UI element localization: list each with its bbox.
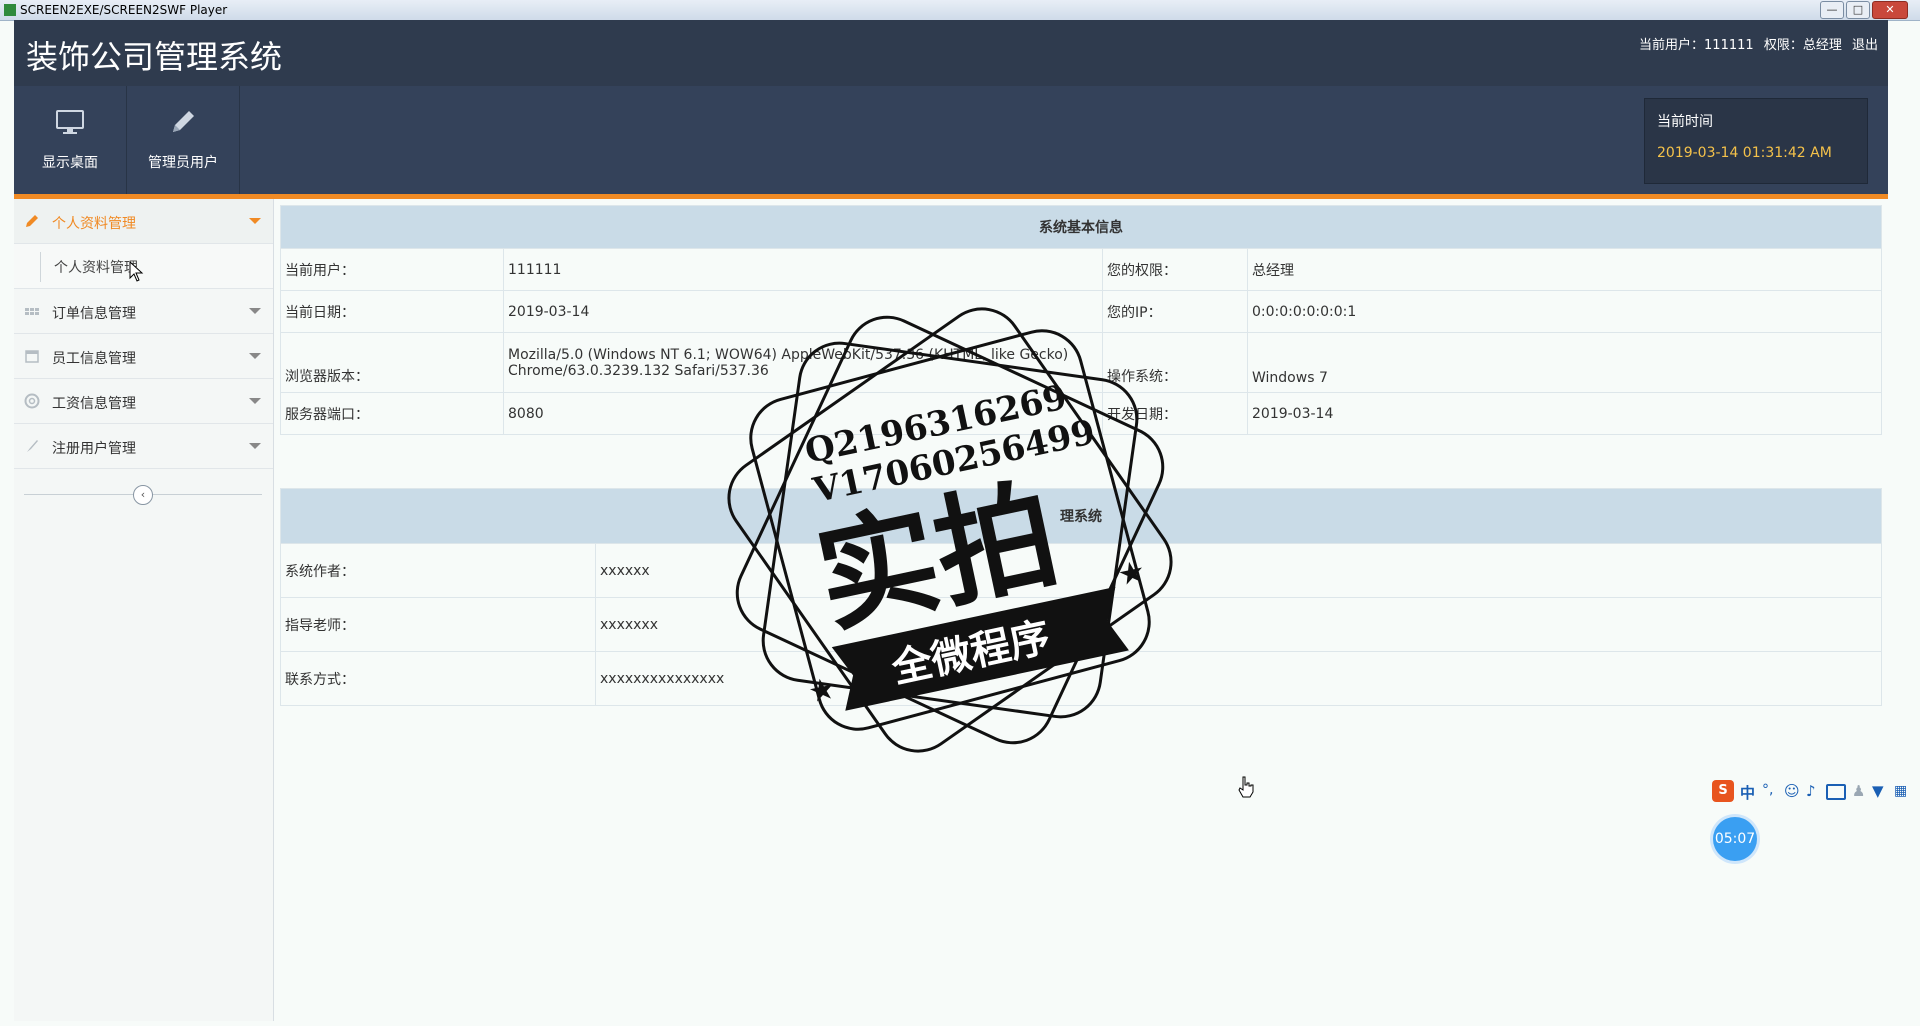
ime-logo-icon[interactable]: S [1712, 780, 1734, 802]
info-key: 服务器端口： [280, 392, 504, 435]
current-user-value: 111111 [1704, 38, 1754, 53]
info-value: 8080 [503, 392, 1103, 435]
info-value: xxxxxx [595, 543, 1882, 598]
info-key: 联系方式： [280, 651, 596, 706]
info-key: 操作系统： [1102, 332, 1248, 393]
sidebar-item-employees[interactable]: 员工信息管理 [14, 334, 273, 379]
browser-version-line2: Chrome/63.0.3239.132 Safari/537.36 [508, 362, 769, 379]
player-title-bar: SCREEN2EXE/SCREEN2SWF Player — □ ✕ [0, 0, 1920, 21]
info-key: 系统作者： [280, 543, 596, 598]
sidebar-item-label: 订单信息管理 [52, 306, 136, 322]
info-value: Windows 7 [1247, 332, 1882, 393]
sidebar-item-orders[interactable]: 订单信息管理 [14, 289, 273, 334]
brush-icon [27, 440, 38, 452]
maximize-button[interactable]: □ [1846, 1, 1870, 19]
system-dev-table: 理系统 系统作者： xxxxxx 指导老师： xxxxxxx 联系方式： xxx… [280, 488, 1882, 706]
user-info: 当前用户：111111 权限：总经理 退出 [1633, 34, 1878, 53]
microphone-icon[interactable]: ♪ [1806, 782, 1816, 800]
logout-link[interactable]: 退出 [1852, 38, 1878, 53]
chevron-left-icon[interactable]: ‹ [133, 485, 153, 505]
grid-menu-icon[interactable]: ▦ [1894, 783, 1907, 799]
sidebar-item-label: 员工信息管理 [52, 351, 136, 367]
info-value: 2019-03-14 [1247, 392, 1882, 435]
info-value: Mozilla/5.0 (Windows NT 6.1; WOW64) Appl… [503, 332, 1103, 393]
app-header: 装饰公司管理系统 当前用户：111111 权限：总经理 退出 [14, 20, 1888, 86]
sidebar-item-label: 注册用户管理 [52, 441, 136, 457]
info-key: 开发日期： [1102, 392, 1248, 435]
table-row: 指导老师： xxxxxxx [280, 597, 1882, 652]
keyboard-icon[interactable] [1826, 784, 1846, 800]
hand-cursor-icon [1238, 776, 1254, 798]
time-caption: 当前时间 [1657, 114, 1713, 130]
system-dev-heading: 理系统 [280, 488, 1882, 544]
header-divider [14, 194, 1888, 199]
player-logo-icon [4, 4, 16, 16]
info-value: 0:0:0:0:0:0:0:1 [1247, 290, 1882, 333]
skin-icon[interactable]: ▼ [1872, 782, 1884, 800]
minimize-button[interactable]: — [1820, 1, 1844, 19]
table-row: 浏览器版本： Mozilla/5.0 (Windows NT 6.1; WOW6… [280, 332, 1882, 393]
show-desktop-button[interactable]: 显示桌面 [14, 86, 127, 194]
ime-toolbar: S 中 °, ☺ ♪ ♟ ▼ ▦ [1712, 780, 1918, 804]
player-title: SCREEN2EXE/SCREEN2SWF Player [20, 3, 228, 17]
sidebar-item-registered-users[interactable]: 注册用户管理 [14, 424, 273, 469]
show-desktop-label: 显示桌面 [42, 155, 98, 171]
current-user-label: 当前用户： [1639, 38, 1705, 53]
table-row: 系统作者： xxxxxx [280, 543, 1882, 598]
close-button[interactable]: ✕ [1872, 1, 1908, 19]
info-value: xxxxxxxxxxxxxxx [595, 651, 1882, 706]
info-value: xxxxxxx [595, 597, 1882, 652]
sidebar: 个人资料管理 个人资料管理 订单信息管理 员工信息管理 工资信息管理 注册用户管… [14, 199, 274, 1021]
admin-user-button[interactable]: 管理员用户 [127, 86, 240, 194]
chevron-down-icon [249, 353, 261, 359]
main-content: 系统基本信息 当前用户： 111111 您的权限： 总经理 当前日期： 2019… [280, 205, 1882, 706]
time-value: 2019-03-14 01:31:42 AM [1657, 145, 1832, 161]
recording-timer[interactable]: 05:07 [1713, 817, 1757, 861]
grid-icon [25, 308, 39, 315]
ime-language-toggle[interactable]: 中 [1740, 782, 1755, 803]
emoji-icon[interactable]: ☺ [1784, 782, 1800, 800]
admin-user-label: 管理员用户 [148, 155, 218, 171]
browser-version-line1: Mozilla/5.0 (Windows NT 6.1; WOW64) Appl… [508, 346, 1069, 363]
table-row: 当前用户： 111111 您的权限： 总经理 [280, 248, 1882, 291]
info-key: 指导老师： [280, 597, 596, 652]
table-row: 当前日期： 2019-03-14 您的IP： 0:0:0:0:0:0:0:1 [280, 290, 1882, 333]
role-value: 总经理 [1802, 38, 1842, 53]
table-row: 联系方式： xxxxxxxxxxxxxxx [280, 651, 1882, 706]
sidebar-item-label: 个人资料管理 [52, 216, 136, 232]
calendar-icon [25, 350, 39, 363]
app-title: 装饰公司管理系统 [26, 38, 283, 76]
sidebar-subitem-label: 个人资料管理 [54, 260, 138, 276]
sidebar-item-label: 工资信息管理 [52, 396, 136, 412]
subitem-indent-line [40, 252, 41, 282]
pencil-icon [26, 215, 38, 227]
info-key: 当前日期： [280, 290, 504, 333]
chevron-down-icon [249, 218, 261, 224]
current-time-panel: 当前时间 2019-03-14 01:31:42 AM [1644, 98, 1868, 184]
pencil-icon [173, 111, 194, 132]
user-icon[interactable]: ♟ [1852, 782, 1865, 800]
arrow-cursor-icon [129, 261, 144, 282]
system-info-table: 系统基本信息 当前用户： 111111 您的权限： 总经理 当前日期： 2019… [280, 205, 1882, 435]
info-value: 2019-03-14 [503, 290, 1103, 333]
info-value: 总经理 [1247, 248, 1882, 291]
sidebar-item-profile[interactable]: 个人资料管理 [14, 199, 273, 244]
role-label: 权限： [1763, 38, 1803, 53]
info-key: 您的IP： [1102, 290, 1248, 333]
chevron-down-icon [249, 308, 261, 314]
info-value: 111111 [503, 248, 1103, 291]
system-info-heading: 系统基本信息 [280, 205, 1882, 249]
info-key: 您的权限： [1102, 248, 1248, 291]
chevron-down-icon [249, 443, 261, 449]
sidebar-item-salary[interactable]: 工资信息管理 [14, 379, 273, 424]
toolbar: 显示桌面 管理员用户 当前时间 2019-03-14 01:31:42 AM [14, 86, 1888, 194]
chevron-down-icon [249, 398, 261, 404]
punctuation-icon[interactable]: °, [1762, 782, 1773, 798]
table-row: 服务器端口： 8080 开发日期： 2019-03-14 [280, 392, 1882, 435]
info-key: 浏览器版本： [280, 332, 504, 393]
lifebuoy-icon [24, 393, 40, 409]
monitor-icon [56, 110, 84, 134]
info-key: 当前用户： [280, 248, 504, 291]
